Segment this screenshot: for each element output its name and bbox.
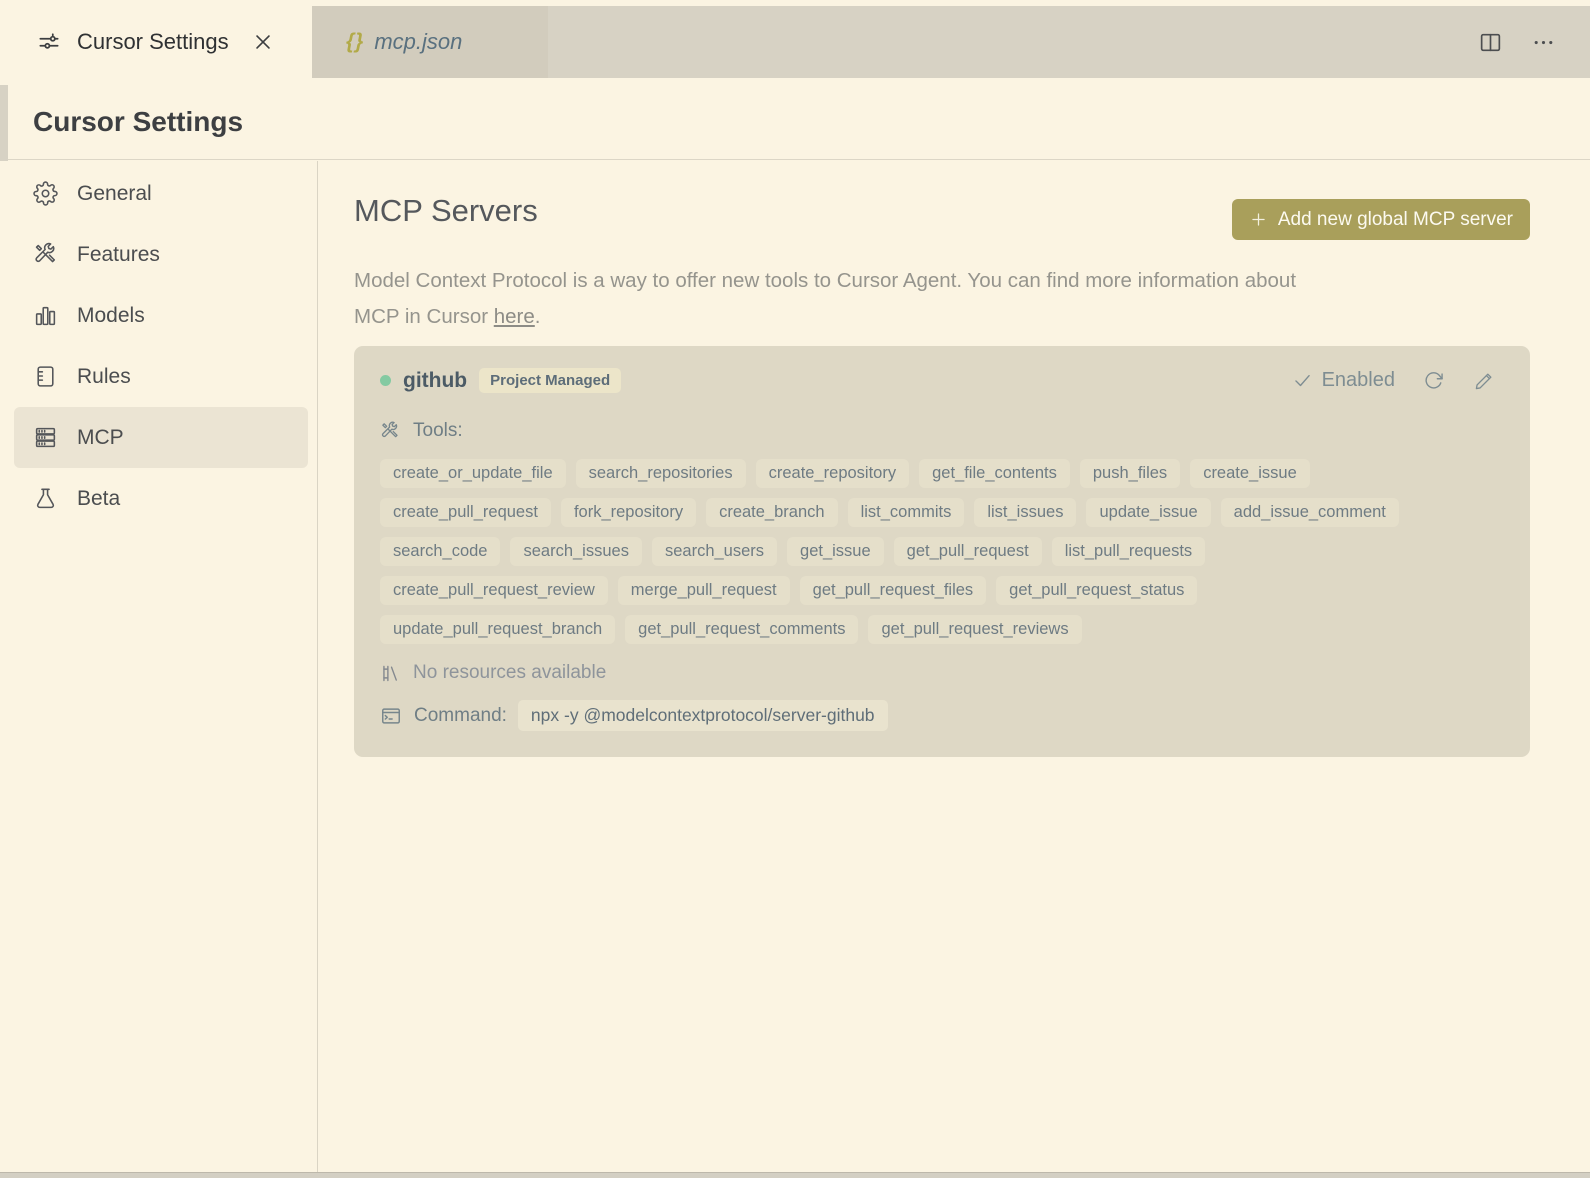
sidebar-item-features[interactable]: Features [14, 224, 308, 285]
rules-icon [33, 364, 58, 389]
tool-chip: get_file_contents [919, 459, 1070, 488]
server-name: github [403, 368, 468, 392]
sidebar-item-label: MCP [77, 425, 124, 449]
status-dot [380, 375, 391, 386]
library-icon [380, 663, 401, 684]
server-stack-icon [33, 425, 58, 450]
sidebar-item-label: Beta [77, 486, 121, 510]
tool-chip: create_issue [1190, 459, 1310, 488]
tab-label: mcp.json [374, 29, 463, 54]
tools-icon [380, 421, 400, 441]
tool-chip: create_branch [706, 498, 838, 527]
tool-chip: update_issue [1086, 498, 1211, 527]
json-braces-icon: {} [346, 30, 365, 53]
tool-chip: add_issue_comment [1220, 498, 1399, 527]
server-controls: Enabled [1292, 369, 1506, 392]
command-label: Command: [414, 704, 507, 726]
tool-chip: search_users [651, 537, 778, 566]
tool-chip: fork_repository [560, 498, 697, 527]
tool-chip: list_issues [974, 498, 1077, 527]
sidebar-item-label: General [77, 181, 152, 205]
tools-icon [33, 242, 58, 267]
sidebar-item-mcp[interactable]: MCP [14, 407, 308, 468]
server-card-header: github Project Managed Enabled [380, 368, 1506, 393]
tool-chip: get_pull_request_status [996, 576, 1198, 605]
sidebar-item-label: Rules [77, 364, 131, 388]
tool-chips: create_or_update_file search_repositories… [380, 459, 1506, 644]
tool-chip: search_issues [510, 537, 642, 566]
enabled-toggle[interactable]: Enabled [1322, 369, 1395, 392]
editor-actions [1478, 6, 1556, 78]
tools-row: Tools: [380, 420, 1506, 442]
tool-chip-row: update_pull_request_branch get_pull_reque… [380, 615, 1506, 644]
tool-chip: push_files [1079, 459, 1181, 488]
tool-chip: get_pull_request_reviews [868, 615, 1082, 644]
tool-chip: list_pull_requests [1051, 537, 1206, 566]
window-bottom-edge [0, 1173, 1590, 1178]
mcp-description: Model Context Protocol is a way to offer… [354, 263, 1534, 334]
description-line2: MCP in Cursor [354, 304, 494, 328]
sidebar-item-beta[interactable]: Beta [14, 468, 308, 529]
tool-chip-row: create_pull_request fork_repository create… [380, 498, 1506, 527]
tab-mcp-json[interactable]: {} mcp.json [312, 6, 548, 78]
sidebar-item-label: Features [77, 242, 160, 266]
sliders-icon [36, 29, 62, 55]
gear-icon [33, 181, 58, 206]
sidebar-item-models[interactable]: Models [14, 285, 308, 346]
add-button-label: Add new global MCP server [1277, 208, 1513, 230]
description-line1: Model Context Protocol is a way to offer… [354, 269, 1297, 292]
resources-label: No resources available [413, 662, 607, 683]
beaker-icon [33, 486, 58, 511]
cursor-settings-window: Cursor Settings {} mcp.json Cursor Setti… [0, 0, 1590, 1178]
tool-chip-row: create_pull_request_review merge_pull_req… [380, 576, 1506, 605]
tool-chip: create_pull_request [380, 498, 551, 527]
close-icon[interactable] [252, 31, 274, 53]
tool-chip: search_code [380, 537, 501, 566]
tool-chip: get_issue [787, 537, 884, 566]
tool-chip: get_pull_request_comments [625, 615, 859, 644]
refresh-icon[interactable] [1423, 370, 1444, 391]
tools-label: Tools: [413, 420, 463, 441]
more-actions-icon[interactable] [1531, 30, 1556, 55]
tab-cursor-settings[interactable]: Cursor Settings [0, 0, 312, 84]
tool-chip: update_pull_request_branch [380, 615, 616, 644]
description-suffix: . [534, 304, 541, 328]
split-editor-icon[interactable] [1478, 30, 1503, 55]
section-title: MCP Servers [354, 193, 538, 228]
mcp-settings-panel: MCP Servers Add new global MCP server Mo… [319, 161, 1590, 1172]
sidebar-item-general[interactable]: General [14, 163, 308, 224]
check-icon [1292, 370, 1313, 391]
tool-chip-row: search_code search_issues search_users get_… [380, 537, 1506, 566]
tool-chip: create_pull_request_review [380, 576, 608, 605]
bar-chart-icon [33, 303, 58, 328]
tab-label: Cursor Settings [77, 29, 229, 54]
sidebar-item-rules[interactable]: Rules [14, 346, 308, 407]
mcp-server-card-github: github Project Managed Enabled Tools: cr… [354, 346, 1530, 757]
command-row: Command: npx -y @modelcontextprotocol/se… [380, 700, 1506, 731]
page-title: Cursor Settings [33, 106, 244, 137]
project-managed-badge: Project Managed [479, 368, 622, 393]
add-global-mcp-server-button[interactable]: Add new global MCP server [1231, 199, 1530, 240]
tool-chip: list_commits [847, 498, 965, 527]
command-value: npx -y @modelcontextprotocol/server-gith… [517, 700, 888, 731]
tool-chip: get_pull_request_files [799, 576, 987, 605]
here-link[interactable]: here [494, 305, 535, 328]
terminal-icon [380, 705, 402, 727]
tool-chip: search_repositories [575, 459, 746, 488]
tool-chip: get_pull_request [893, 537, 1042, 566]
tool-chip-row: create_or_update_file search_repositories… [380, 459, 1506, 488]
sidebar-item-label: Models [77, 303, 145, 327]
tool-chip: create_repository [755, 459, 910, 488]
tool-chip: create_or_update_file [380, 459, 566, 488]
page-header: Cursor Settings [8, 85, 1590, 160]
plus-icon [1249, 210, 1268, 229]
settings-sidebar: General Features Models Rules MCP Beta [0, 161, 318, 1172]
edit-icon[interactable] [1474, 371, 1494, 391]
resources-row: No resources available [380, 662, 1506, 684]
tool-chip: merge_pull_request [617, 576, 790, 605]
